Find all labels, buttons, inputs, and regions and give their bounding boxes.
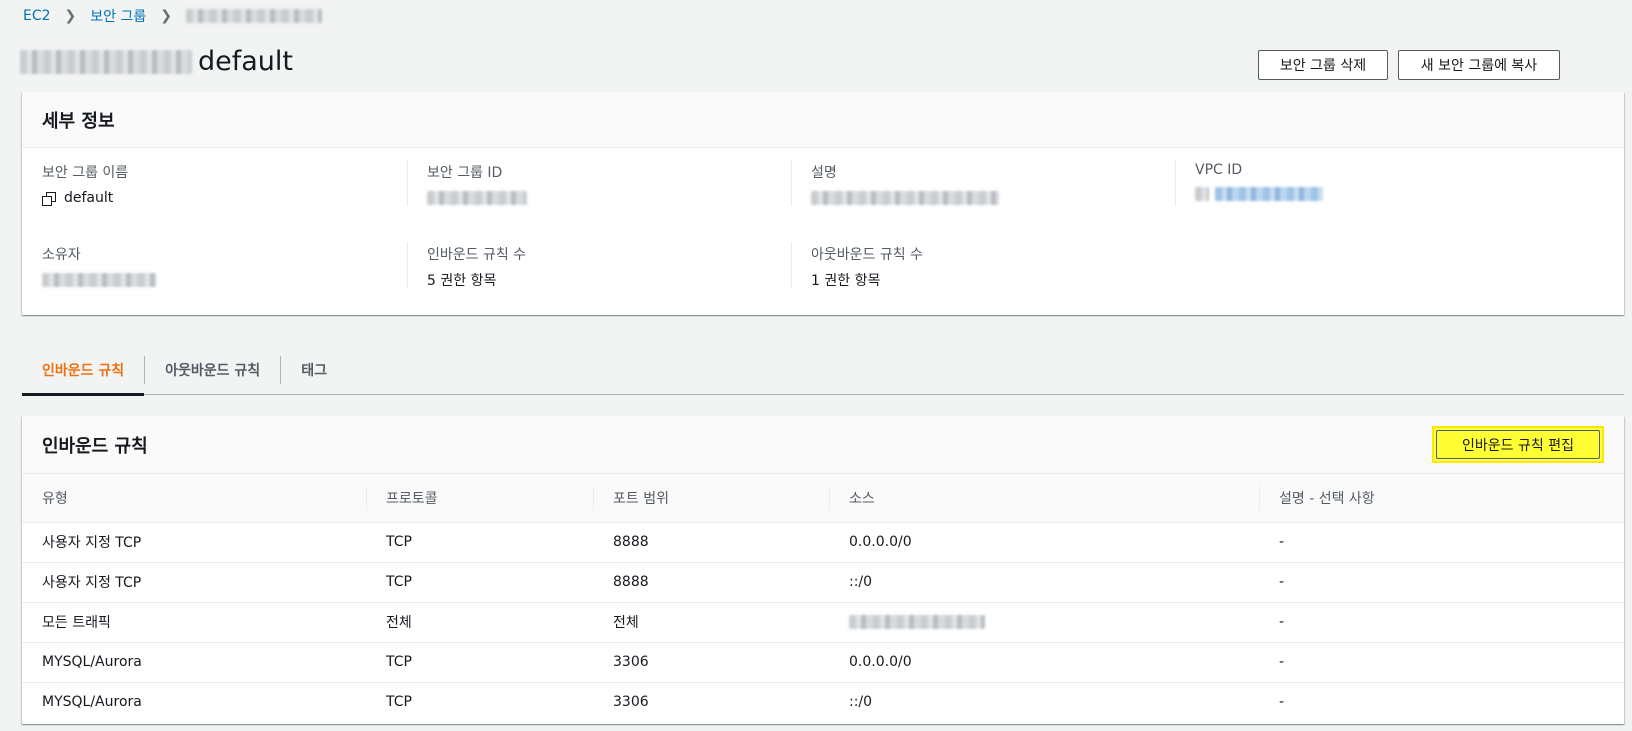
chevron-right-icon: ❯: [64, 8, 77, 24]
divider: [791, 242, 792, 288]
cell-type: 모든 트래픽: [22, 602, 366, 643]
col-header-description[interactable]: 설명 - 선택 사항: [1259, 474, 1624, 523]
owner-redacted: [42, 273, 156, 287]
cell-type: MYSQL/Aurora: [42, 694, 142, 711]
description-field: 설명: [811, 162, 1191, 207]
sg-name-value: default: [64, 190, 114, 206]
cell-description: -: [1259, 522, 1624, 563]
cell-type: MYSQL/Aurora: [22, 642, 366, 683]
cell-protocol: TCP: [386, 694, 412, 711]
owner-label: 소유자: [42, 247, 81, 263]
col-header-source[interactable]: 소스: [829, 474, 1259, 523]
inbound-count-label: 인바운드 규칙 수: [427, 247, 527, 263]
col-header-type[interactable]: 유형: [22, 474, 366, 523]
cell-description: -: [1279, 694, 1285, 711]
tab-inbound-rules[interactable]: 인바운드 규칙: [22, 345, 145, 396]
cell-type: 사용자 지정 TCP: [22, 562, 366, 603]
outbound-count-label: 아웃바운드 규칙 수: [811, 247, 923, 263]
page-title: default: [20, 46, 293, 77]
cell-protocol: TCP: [366, 562, 593, 603]
cell-type: 사용자 지정 TCP: [22, 522, 366, 563]
tab-tags[interactable]: 태그: [281, 345, 347, 395]
cell-port: 전체: [593, 602, 829, 643]
vpc-icon-redacted: [1195, 187, 1209, 201]
cell-port: 8888: [593, 522, 829, 563]
outbound-count-value: 1 권한 항목: [811, 273, 881, 289]
cell-port: 3306: [593, 642, 829, 683]
inbound-count-field: 인바운드 규칙 수 5 권한 항목: [427, 244, 807, 289]
outbound-count-field: 아웃바운드 규칙 수 1 권한 항목: [811, 244, 1191, 289]
divider: [407, 160, 408, 206]
cell-source: [829, 602, 1259, 643]
sg-id-label: 보안 그룹 ID: [427, 165, 503, 181]
description-label: 설명: [811, 165, 837, 181]
sg-id-field: 보안 그룹 ID: [427, 162, 807, 207]
copy-to-new-security-group-button[interactable]: 새 보안 그룹에 복사: [1398, 50, 1560, 80]
vpc-id-link-redacted[interactable]: [1215, 187, 1323, 201]
cell-source: 0.0.0.0/0: [829, 522, 1259, 563]
tab-bar: 인바운드 규칙 아웃바운드 규칙 태그: [22, 345, 1624, 396]
cell-description: -: [1259, 562, 1624, 603]
vpc-id-field: VPC ID: [1195, 162, 1575, 203]
table-row: 사용자 지정 TCP TCP 8888 0.0.0.0/0 -: [22, 522, 1624, 563]
divider: [1175, 160, 1176, 206]
tab-outbound-rules[interactable]: 아웃바운드 규칙: [145, 345, 280, 395]
breadcrumb-ec2[interactable]: EC2: [23, 8, 51, 24]
inbound-rules-table: 유형 프로토콜 포트 범위 소스 설명 - 선택 사항 사용자 지정 TCP T…: [22, 474, 1624, 722]
cell-port: 8888: [593, 562, 829, 603]
source-redacted: [849, 615, 985, 629]
table-row: 사용자 지정 TCP TCP 8888 ::/0 -: [22, 562, 1624, 603]
delete-security-group-button[interactable]: 보안 그룹 삭제: [1258, 50, 1388, 80]
copy-icon[interactable]: [42, 191, 56, 206]
table-row: MYSQL/Aurora TCP 3306 ::/0 -: [22, 682, 1624, 722]
divider: [407, 242, 408, 288]
details-panel: 세부 정보 보안 그룹 이름 default 보안 그룹 ID 설명 VPC I…: [22, 92, 1624, 315]
breadcrumb-current-redacted: [185, 9, 322, 23]
table-row: MYSQL/Aurora TCP 3306 0.0.0.0/0 -: [22, 642, 1624, 683]
owner-field: 소유자: [42, 244, 422, 289]
cell-protocol: 전체: [366, 602, 593, 643]
cell-description: -: [1259, 642, 1624, 683]
table-header-row: 유형 프로토콜 포트 범위 소스 설명 - 선택 사항: [22, 474, 1624, 523]
page-header: default 보안 그룹 삭제 새 보안 그룹에 복사: [20, 44, 1632, 84]
cell-source: ::/0: [829, 562, 1259, 603]
cell-protocol: TCP: [366, 522, 593, 563]
col-header-protocol[interactable]: 프로토콜: [366, 474, 593, 523]
page-title-suffix: default: [198, 46, 294, 77]
cell-description: -: [1259, 602, 1624, 643]
cell-port: 3306: [613, 694, 649, 711]
sg-name-label: 보안 그룹 이름: [42, 165, 129, 181]
description-redacted: [811, 191, 999, 205]
details-heading: 세부 정보: [22, 92, 1624, 148]
inbound-rules-heading: 인바운드 규칙: [22, 416, 1624, 474]
cell-protocol: TCP: [366, 642, 593, 683]
cell-source: ::/0: [849, 694, 873, 711]
inbound-rules-panel: 인바운드 규칙 인바운드 규칙 편집 유형 프로토콜 포트 범위 소스 설명 -…: [22, 416, 1624, 724]
edit-inbound-rules-button[interactable]: 인바운드 규칙 편집: [1436, 430, 1600, 459]
table-row: 모든 트래픽 전체 전체 -: [22, 602, 1624, 643]
chevron-right-icon: ❯: [160, 8, 172, 24]
breadcrumb-security-groups[interactable]: 보안 그룹: [90, 6, 146, 26]
vpc-id-label: VPC ID: [1195, 162, 1243, 178]
divider: [791, 160, 792, 206]
breadcrumb: EC2 ❯ 보안 그룹 ❯: [23, 6, 322, 26]
sg-id-redacted: [427, 191, 527, 205]
col-header-port-range[interactable]: 포트 범위: [593, 474, 829, 523]
sg-name-field: 보안 그룹 이름 default: [42, 162, 422, 207]
cell-source: 0.0.0.0/0: [829, 642, 1259, 683]
inbound-count-value: 5 권한 항목: [427, 273, 497, 289]
edit-button-highlight: 인바운드 규칙 편집: [1432, 426, 1604, 463]
title-redacted: [20, 49, 192, 74]
